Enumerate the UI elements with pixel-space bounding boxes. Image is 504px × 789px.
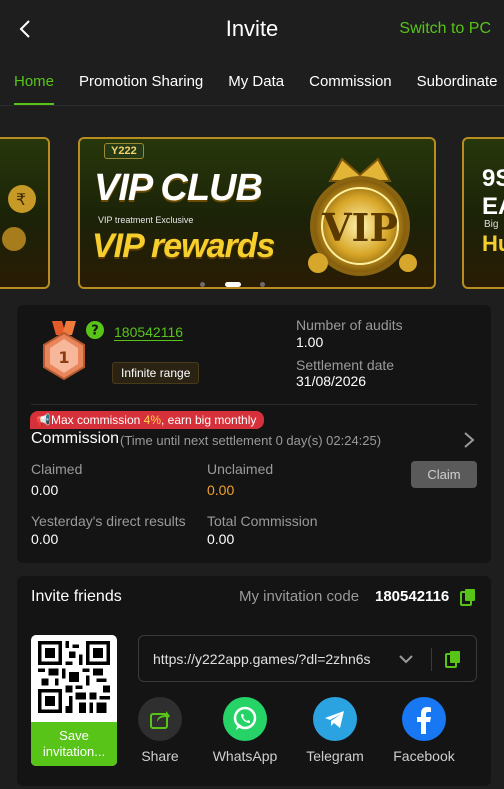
- audits-label: Number of audits: [296, 317, 403, 333]
- yesterday-results-value: 0.00: [31, 531, 59, 547]
- invitation-link-field[interactable]: https://y222app.games/?dl=2zhn6s: [138, 635, 477, 682]
- help-icon[interactable]: ?: [86, 321, 104, 339]
- invitation-code-value: 180542116: [375, 588, 450, 605]
- qr-code-icon: [38, 641, 110, 713]
- carousel-dot-active[interactable]: [225, 282, 241, 287]
- share-button[interactable]: Share: [120, 697, 200, 764]
- divider: [431, 648, 432, 671]
- brand-logo: Y222: [104, 143, 144, 159]
- coins-art-icon: ₹: [2, 185, 36, 251]
- emblem-text: VIP: [321, 205, 398, 250]
- invitation-code-label: My invitation code: [239, 588, 360, 605]
- next-slide-title: 9SEA: [482, 165, 504, 220]
- next-slide-sub: Big: [484, 219, 499, 230]
- banner-slide-vip[interactable]: Y222 VIP CLUB VIP treatment Exclusive VI…: [78, 137, 436, 289]
- banner-headline: VIP rewards: [92, 227, 275, 265]
- claimed-label: Claimed: [31, 461, 83, 477]
- total-commission-value: 0.00: [207, 531, 235, 547]
- user-id-link[interactable]: 180542116: [114, 324, 184, 341]
- telegram-icon: [313, 697, 357, 741]
- tab-home[interactable]: Home: [14, 58, 55, 105]
- invitation-link: https://y222app.games/?dl=2zhn6s: [153, 651, 371, 667]
- level-number: 1: [58, 348, 69, 367]
- tab-bar: Home Promotion Sharing My Data Commissio…: [0, 58, 504, 106]
- share-icon: [138, 697, 182, 741]
- unclaimed-value: 0.00: [207, 482, 235, 498]
- save-invitation-button[interactable]: Save invitation...: [31, 722, 117, 766]
- chevron-right-icon[interactable]: [461, 431, 477, 449]
- banner-carousel[interactable]: ₹ Y222 VIP CLUB VIP treatment Exclusive …: [0, 120, 504, 295]
- switch-to-pc-link[interactable]: Switch to PC: [399, 20, 491, 38]
- tab-promotion-sharing[interactable]: Promotion Sharing: [79, 58, 203, 105]
- tab-commission[interactable]: Commission: [309, 58, 392, 105]
- claim-button[interactable]: Claim: [411, 461, 477, 488]
- tab-my-data[interactable]: My Data: [228, 58, 284, 105]
- header-bar: Invite Switch to PC: [0, 0, 504, 58]
- banner-slide-next[interactable]: 9SEA Big Hug: [462, 137, 504, 289]
- megaphone-icon: 📢: [36, 413, 51, 427]
- whatsapp-share-button[interactable]: WhatsApp: [205, 697, 285, 764]
- copy-link-icon[interactable]: [445, 650, 461, 668]
- level-medal-icon: 1: [43, 321, 85, 381]
- telegram-share-button[interactable]: Telegram: [295, 697, 375, 764]
- invite-title: Invite friends: [31, 588, 122, 605]
- commission-title: Commission: [31, 430, 120, 447]
- copy-code-icon[interactable]: [460, 588, 476, 606]
- chevron-down-icon[interactable]: [398, 651, 414, 667]
- invite-card: Invite friends My invitation code 180542…: [17, 576, 491, 786]
- svg-text:?: ?: [91, 324, 99, 339]
- carousel-dot[interactable]: [260, 282, 265, 287]
- facebook-icon: [402, 697, 446, 741]
- telegram-label: Telegram: [306, 748, 364, 764]
- vip-crown-emblem-icon: VIP: [308, 157, 417, 276]
- unclaimed-label: Unclaimed: [207, 461, 274, 477]
- tab-subordinate[interactable]: Subordinate: [417, 58, 498, 105]
- yesterday-results-label: Yesterday's direct results: [31, 513, 186, 529]
- facebook-label: Facebook: [393, 748, 455, 764]
- total-commission-label: Total Commission: [207, 513, 318, 529]
- page-title: Invite: [225, 16, 279, 41]
- promo-badge: 📢Max commission 4%, earn big monthly: [30, 411, 265, 429]
- next-slide-headline: Hug: [482, 231, 504, 256]
- settlement-label: Settlement date: [296, 357, 395, 373]
- whatsapp-icon: [223, 697, 267, 741]
- back-arrow-icon[interactable]: [14, 17, 38, 41]
- banner-slide-previous[interactable]: ₹: [0, 137, 50, 289]
- banner-title: VIP CLUB: [94, 167, 263, 209]
- range-badge: Infinite range: [112, 362, 200, 384]
- svg-text:₹: ₹: [16, 190, 26, 209]
- carousel-dot[interactable]: [200, 282, 205, 287]
- settlement-countdown: (Time until next settlement 0 day(s) 02:…: [120, 433, 382, 448]
- divider: [31, 404, 477, 405]
- banner-subtitle: VIP treatment Exclusive: [98, 215, 194, 225]
- facebook-share-button[interactable]: Facebook: [384, 697, 464, 764]
- whatsapp-label: WhatsApp: [212, 748, 278, 764]
- audits-value: 1.00: [296, 334, 324, 350]
- claimed-value: 0.00: [31, 482, 59, 498]
- share-label: Share: [141, 748, 179, 764]
- settlement-value: 31/08/2026: [296, 373, 367, 389]
- commission-card: 1 ? 180542116 Infinite range Number of a…: [17, 305, 491, 563]
- qr-code-card[interactable]: Save invitation...: [31, 635, 117, 766]
